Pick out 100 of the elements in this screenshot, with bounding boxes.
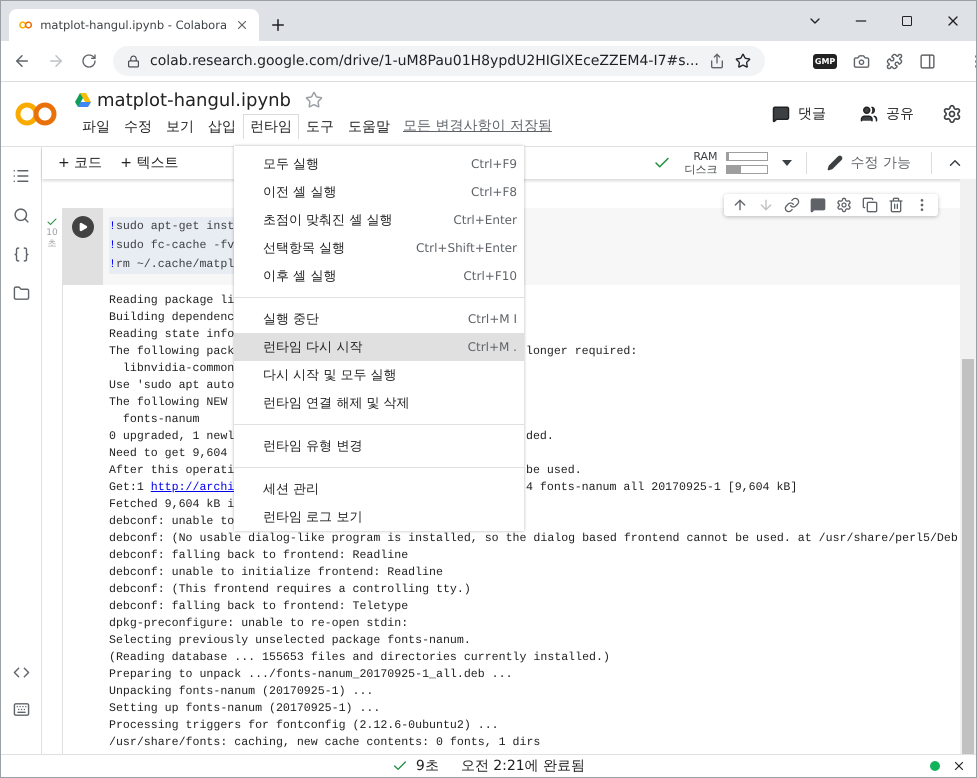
star-icon[interactable]	[304, 91, 323, 109]
output-line: The following pack	[109, 344, 234, 360]
share-icon[interactable]	[708, 53, 725, 69]
settings-icon[interactable]	[836, 197, 852, 213]
menu-option[interactable]: 초점이 맞춰진 셀 실행 Ctrl+Enter	[234, 206, 524, 234]
copy-icon[interactable]	[862, 197, 878, 213]
menu-option[interactable]: 모두 실행 Ctrl+F9	[234, 150, 524, 178]
delete-icon[interactable]	[888, 197, 904, 213]
keyboard-icon[interactable]	[12, 701, 30, 718]
menu-option[interactable]: 런타임 연결 해제 및 삭제	[234, 389, 524, 417]
edit-mode-button[interactable]: 수정 가능	[820, 153, 917, 173]
resource-meter[interactable]: RAM 디스크	[684, 150, 768, 176]
shortcut-text: Ctrl+F10	[463, 269, 517, 283]
tab-title: matplot-hangul.ipynb - Colabora	[40, 18, 227, 32]
extension-badge[interactable]: GMP	[812, 54, 838, 68]
star-icon[interactable]	[734, 53, 751, 69]
output-line: ded.	[526, 429, 554, 445]
run-cell-button[interactable]	[72, 216, 94, 238]
option-label: 실행 중단	[263, 311, 320, 328]
menu-option[interactable]: 실행 중단 Ctrl+M I	[234, 305, 524, 333]
comment-icon	[772, 105, 790, 123]
shortcut-text: Ctrl+M .	[468, 340, 517, 354]
output-line: Reading package li	[109, 293, 234, 309]
comment-button[interactable]: 댓글	[766, 104, 832, 124]
menu-option[interactable]: 다시 시작 및 모두 실행	[234, 361, 524, 389]
output-line: Preparing to unpack .../fonts-nanum_20170925-1_all.deb ...	[109, 667, 513, 683]
add-code-button[interactable]: + 코드	[58, 154, 102, 172]
shortcut-text: Ctrl+Shift+Enter	[416, 241, 517, 255]
browser-tab[interactable]: matplot-hangul.ipynb - Colabora	[9, 9, 259, 41]
output-line: (Reading database ... 155653 files and directories currently installed.)	[109, 650, 610, 666]
output-line: debconf: unable to	[109, 514, 234, 530]
option-label: 런타임 연결 해제 및 삭제	[263, 395, 410, 412]
completion-time: 오전 2:21에 완료됨	[460, 757, 586, 775]
option-label: 런타임 다시 시작	[263, 339, 362, 356]
colab-logo	[15, 101, 57, 127]
back-icon[interactable]	[13, 52, 31, 70]
comment-icon[interactable]	[810, 197, 826, 213]
option-label: 세션 관리	[263, 481, 320, 498]
shortcut-text: Ctrl+Enter	[453, 213, 517, 227]
shortcut-text: Ctrl+M I	[468, 312, 517, 326]
output-line: debconf: falling back to frontend: Teletype	[109, 599, 408, 615]
output-line: Setting up fonts-nanum (20170925-1) ...	[109, 701, 380, 717]
new-tab-icon[interactable]	[269, 16, 287, 34]
output-line: Reading state info	[109, 327, 234, 343]
menu-option[interactable]: 선택항목 실행 Ctrl+Shift+Enter	[234, 234, 524, 262]
output-line: After this operati	[109, 463, 234, 479]
option-label: 런타임 유형 변경	[263, 438, 362, 455]
output-line: Unpacking fonts-nanum (20170925-1) ...	[109, 684, 374, 700]
lock-icon	[127, 54, 140, 68]
output-line: longer required:	[526, 344, 638, 360]
output-line: /usr/share/fonts: caching, new cache contents: 0 fonts, 1 dirs	[109, 735, 540, 751]
menu-option[interactable]: 세션 관리	[234, 475, 524, 503]
output-line: 0 upgraded, 1 newl	[109, 429, 234, 445]
link-icon[interactable]	[784, 197, 800, 213]
pencil-icon	[826, 155, 843, 171]
output-line: Use 'sudo apt auto	[109, 378, 234, 394]
add-text-button[interactable]: + 텍스트	[120, 154, 178, 172]
ram-label: RAM	[692, 150, 718, 163]
puzzle-icon[interactable]	[886, 52, 904, 70]
table-of-contents-icon[interactable]	[12, 167, 30, 185]
shortcut-text: Ctrl+F9	[471, 157, 517, 171]
save-status-link[interactable]: 모든 변경사항이 저장됨	[403, 117, 552, 135]
output-link[interactable]: http://archi	[150, 481, 234, 494]
variables-icon[interactable]	[12, 246, 30, 263]
close-icon[interactable]	[952, 759, 966, 773]
output-line: debconf: (This frontend requires a controlling tty.)	[109, 582, 471, 598]
share-button[interactable]: 공유	[854, 104, 920, 124]
menu-option[interactable]: 이후 셀 실행 Ctrl+F10	[234, 262, 524, 290]
output-line: Building dependenc	[109, 310, 234, 326]
folder-icon[interactable]	[12, 285, 30, 302]
output-line: 4 fonts-nanum all 20170925-1 [9,604 kB]	[526, 480, 798, 496]
close-tab-icon[interactable]	[235, 18, 249, 32]
menu-option[interactable]: 이전 셀 실행 Ctrl+F8	[234, 178, 524, 206]
disk-label: 디스크	[684, 163, 718, 176]
move-up-icon[interactable]	[732, 197, 748, 213]
check-icon	[46, 216, 58, 228]
url-text: colab.research.google.com/drive/1-uM8Pau01H8ypdU2HIGlXEceZZEM4-I7#s...	[150, 53, 699, 69]
output-line: debconf: unable to initialize frontend: Readline	[109, 565, 443, 581]
shortcut-text: Ctrl+F8	[471, 185, 517, 199]
output-line: Processing triggers for fontconfig (2.12.6-0ubuntu2) ...	[109, 718, 499, 734]
settings-icon[interactable]	[942, 104, 962, 124]
colab-tab-icon	[19, 20, 32, 30]
reload-icon[interactable]	[81, 53, 97, 69]
address-bar[interactable]: colab.research.google.com/drive/1-uM8Pau01H8ypdU2HIGlXEceZZEM4-I7#s...	[113, 46, 765, 76]
side-panel-icon[interactable]	[919, 52, 936, 70]
menu-option[interactable]: 런타임 로그 보기	[234, 503, 524, 531]
search-icon[interactable]	[12, 207, 30, 224]
menu-item[interactable]: 런타임	[243, 114, 299, 138]
output-line: be used.	[526, 463, 582, 479]
option-label: 이전 셀 실행	[263, 184, 336, 201]
camera-icon[interactable]	[853, 52, 870, 70]
output-line: The following NEW	[109, 395, 228, 411]
menu-option[interactable]: 런타임 다시 시작 Ctrl+M .	[234, 333, 524, 361]
option-label: 모두 실행	[263, 156, 320, 173]
run-duration: 9초	[416, 757, 439, 775]
scrollbar[interactable]	[960, 179, 976, 754]
notebook-title[interactable]: matplot-hangul.ipynb	[97, 90, 291, 110]
menu-option[interactable]: 런타임 유형 변경	[234, 432, 524, 460]
option-label: 다시 시작 및 모두 실행	[263, 367, 397, 384]
dropdown-caret-icon[interactable]	[782, 160, 792, 166]
